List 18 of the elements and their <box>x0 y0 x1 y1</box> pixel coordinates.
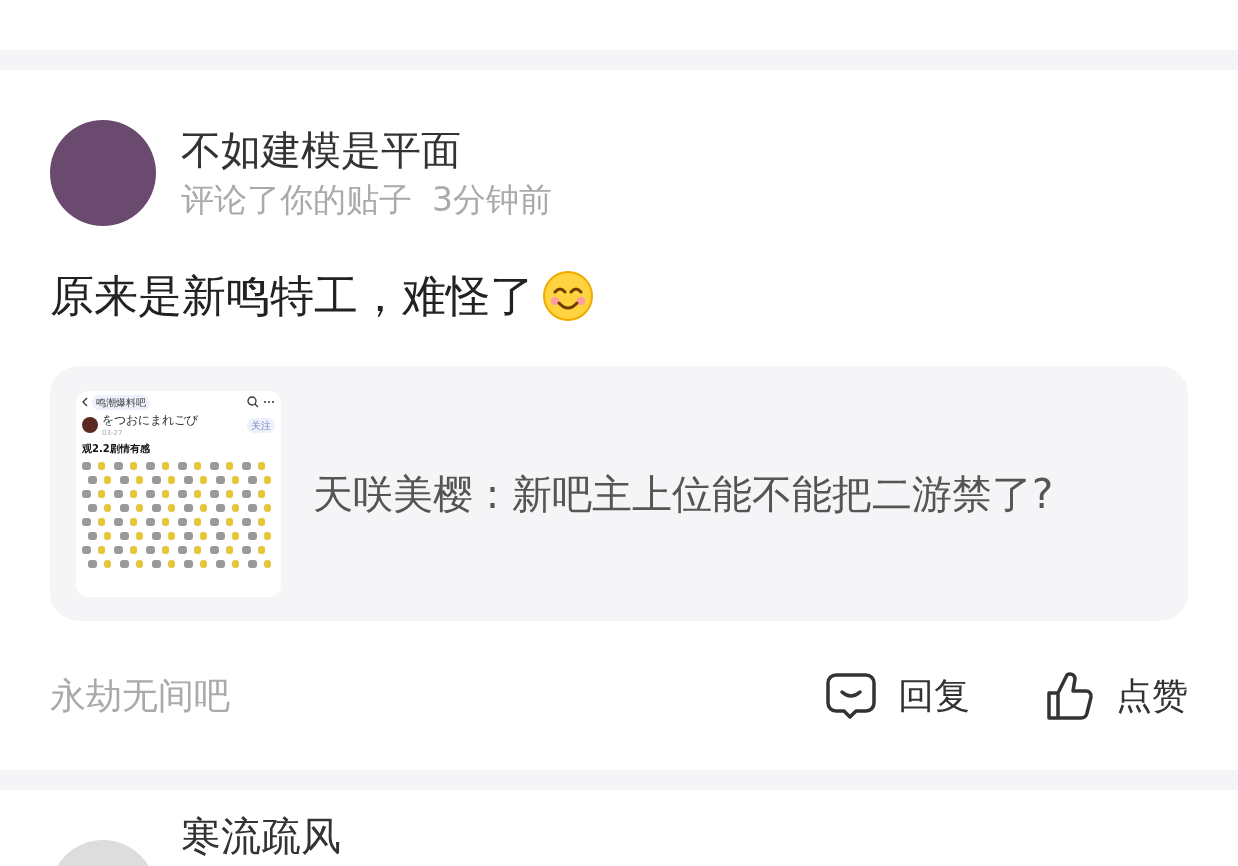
user-name[interactable]: 不如建模是平面 <box>181 124 552 176</box>
search-icon <box>247 396 259 408</box>
speech-bubble-icon <box>826 671 876 721</box>
forum-chip: 鸣潮爆料吧 <box>92 394 150 410</box>
action-text: 评论了你的贴子 <box>181 179 412 221</box>
user-name[interactable]: 寒流疏风 <box>181 812 341 860</box>
timestamp: 3分钟前 <box>432 179 552 221</box>
more-icon <box>263 400 275 404</box>
thumbs-up-icon <box>1046 671 1094 721</box>
back-icon <box>82 397 88 407</box>
reply-button[interactable]: 回复 <box>826 669 970 723</box>
like-button[interactable]: 点赞 <box>1046 669 1188 723</box>
comment-text: 原来是新鸣特工，难怪了 <box>50 269 534 323</box>
avatar-placeholder <box>82 417 98 434</box>
quoted-post-text: 天咲美樱 : 新吧主上位能不能把二游禁了? <box>313 469 1055 519</box>
post-title: 观2.2剧情有感 <box>82 442 151 456</box>
author-name: をつおにまれごび <box>102 412 199 428</box>
smiley-emoji-icon <box>542 270 594 322</box>
